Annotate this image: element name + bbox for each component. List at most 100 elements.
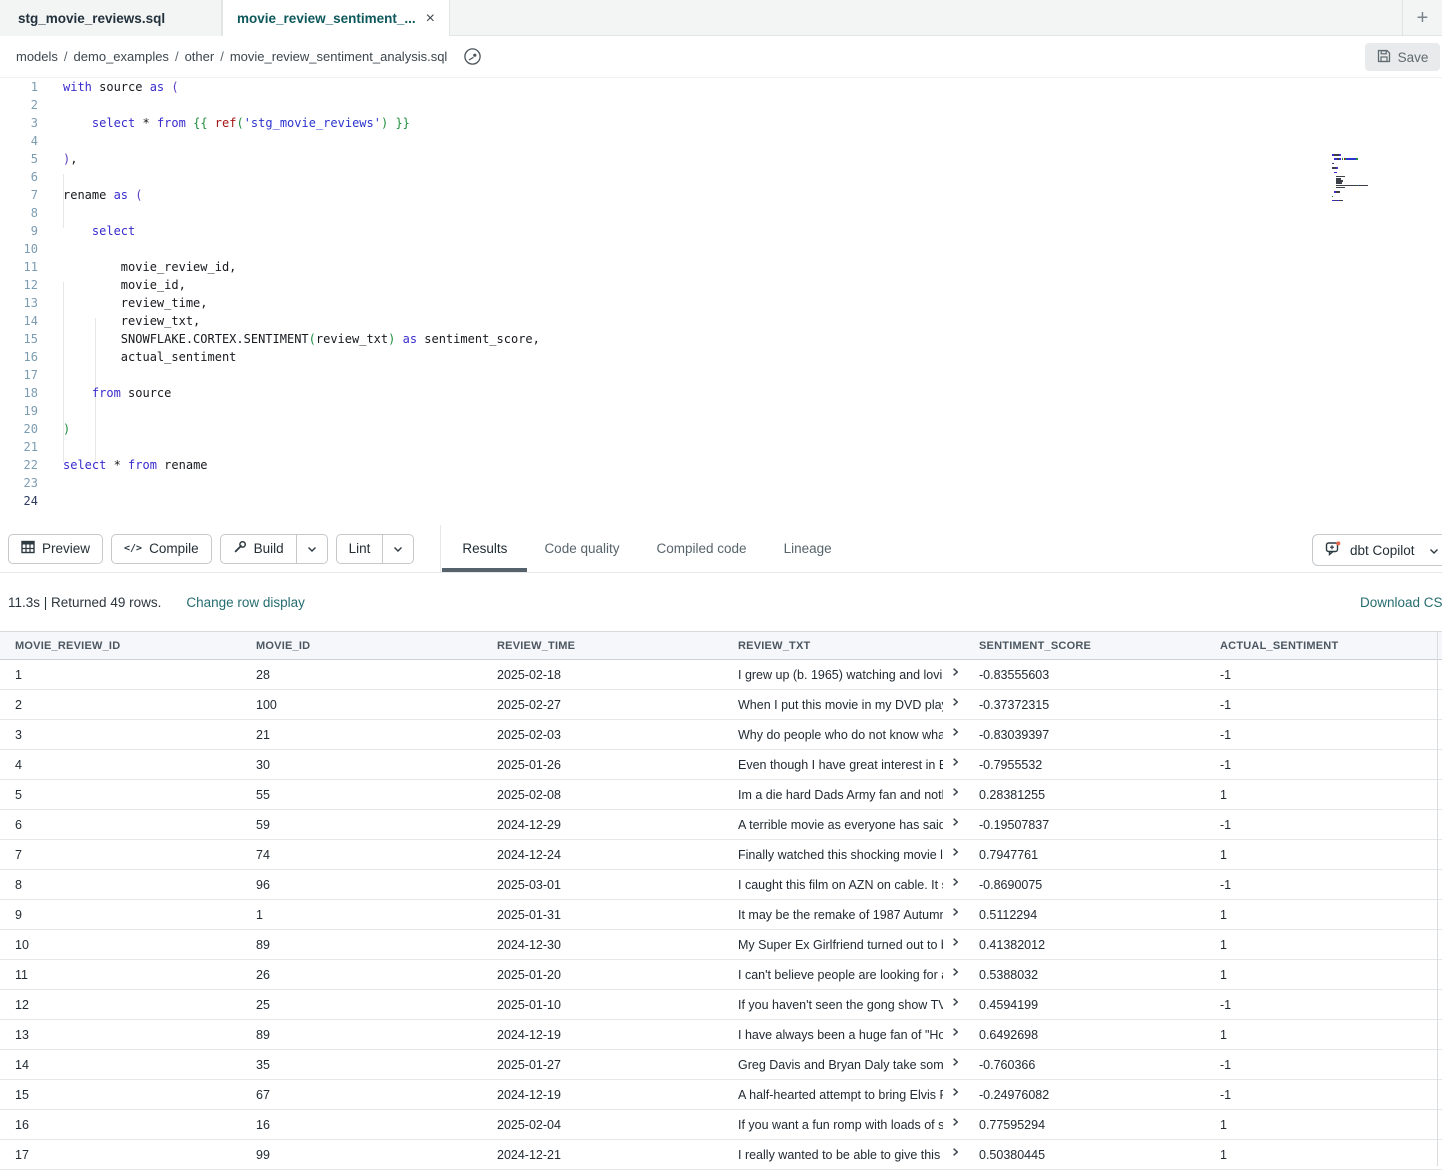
breadcrumb-other: other xyxy=(185,49,215,64)
line-number: 5 xyxy=(0,150,38,168)
table-cell: 2025-01-26 xyxy=(482,750,723,779)
line-number: 2 xyxy=(0,96,38,114)
table-cell: -1 xyxy=(1205,720,1442,749)
expand-cell-icon[interactable] xyxy=(951,906,960,920)
line-number: 21 xyxy=(0,438,38,456)
line-number: 22 xyxy=(0,456,38,474)
tab-code-quality[interactable]: Code quality xyxy=(544,525,619,572)
line-number: 7 xyxy=(0,186,38,204)
preview-button[interactable]: Preview xyxy=(8,534,103,564)
expand-cell-icon[interactable] xyxy=(951,1086,960,1100)
table-cell: 1 xyxy=(1205,960,1442,989)
expand-cell-icon[interactable] xyxy=(951,726,960,740)
table-cell: 99 xyxy=(241,1140,482,1169)
breadcrumb-separator: / xyxy=(220,49,224,64)
build-button[interactable]: Build xyxy=(220,534,328,564)
line-number: 24 xyxy=(0,492,38,510)
tab-movie-review-sentiment[interactable]: movie_review_sentiment_... × xyxy=(222,0,450,37)
table-cell: -1 xyxy=(1205,660,1442,689)
column-header: REVIEW_TXT xyxy=(723,632,964,659)
table-cell: 5 xyxy=(0,780,241,809)
review-text: If you want a fun romp with loads of s… xyxy=(738,1118,943,1132)
expand-cell-icon[interactable] xyxy=(951,1026,960,1040)
expand-cell-icon[interactable] xyxy=(951,1116,960,1130)
review-text: I caught this film on AZN on cable. It s… xyxy=(738,878,943,892)
table-cell: 26 xyxy=(241,960,482,989)
expand-cell-icon[interactable] xyxy=(951,876,960,890)
dbt-copilot-button[interactable]: dbt Copilot xyxy=(1312,534,1442,566)
table-cell: 7 xyxy=(0,840,241,869)
table-cell: 0.41382012 xyxy=(964,930,1205,959)
line-number: 11 xyxy=(0,258,38,276)
expand-cell-icon[interactable] xyxy=(951,1146,960,1160)
table-cell: 2025-01-31 xyxy=(482,900,723,929)
expand-cell-icon[interactable] xyxy=(951,816,960,830)
line-number: 6 xyxy=(0,168,38,186)
tab-compiled-code[interactable]: Compiled code xyxy=(657,525,747,572)
toolbar-divider xyxy=(440,525,441,573)
lint-dropdown-toggle[interactable] xyxy=(382,535,413,563)
build-dropdown-toggle[interactable] xyxy=(296,535,327,563)
line-number: 12 xyxy=(0,276,38,294)
table-cell: 100 xyxy=(241,690,482,719)
table-cell: 10 xyxy=(0,930,241,959)
breadcrumb-separator: / xyxy=(64,49,68,64)
sql-code-editor[interactable]: 123456789101112131415161718192021222324 … xyxy=(0,78,1442,525)
table-cell: -0.37372315 xyxy=(964,690,1205,719)
tab-results[interactable]: Results xyxy=(462,525,507,572)
table-cell: 1 xyxy=(1205,900,1442,929)
download-csv-link[interactable]: Download CSV xyxy=(1360,595,1442,610)
table-cell: -1 xyxy=(1205,1080,1442,1109)
line-number-gutter: 123456789101112131415161718192021222324 xyxy=(0,78,38,510)
table-cell: 55 xyxy=(241,780,482,809)
table-row: 14352025-01-27Greg Davis and Bryan Daly … xyxy=(0,1050,1442,1080)
line-number: 17 xyxy=(0,366,38,384)
table-cell: 4 xyxy=(0,750,241,779)
table-row: 6592024-12-29A terrible movie as everyon… xyxy=(0,810,1442,840)
expand-cell-icon[interactable] xyxy=(951,786,960,800)
lint-button[interactable]: Lint xyxy=(336,534,415,564)
editor-minimap[interactable] xyxy=(1332,154,1399,207)
table-cell: When I put this movie in my DVD playe… xyxy=(723,690,964,719)
expand-cell-icon[interactable] xyxy=(951,666,960,680)
table-row: 1282025-02-18I grew up (b. 1965) watchin… xyxy=(0,660,1442,690)
expand-cell-icon[interactable] xyxy=(951,696,960,710)
compile-button[interactable]: </> Compile xyxy=(111,534,212,564)
table-cell: 96 xyxy=(241,870,482,899)
new-tab-button[interactable]: + xyxy=(1402,0,1442,36)
expand-cell-icon[interactable] xyxy=(951,756,960,770)
table-cell: 0.5112294 xyxy=(964,900,1205,929)
expand-cell-icon[interactable] xyxy=(951,846,960,860)
table-cell: 25 xyxy=(241,990,482,1019)
table-row: 3212025-02-03Why do people who do not kn… xyxy=(0,720,1442,750)
tab-stg-movie-reviews[interactable]: stg_movie_reviews.sql xyxy=(0,0,222,36)
table-cell: 16 xyxy=(241,1110,482,1139)
change-row-display-link[interactable]: Change row display xyxy=(186,595,305,610)
expand-cell-icon[interactable] xyxy=(951,996,960,1010)
table-cell: 0.77595294 xyxy=(964,1110,1205,1139)
save-button[interactable]: Save xyxy=(1365,43,1440,71)
tab-label: Results xyxy=(462,541,507,556)
table-cell: 2025-02-04 xyxy=(482,1110,723,1139)
table-cell: Im a die hard Dads Army fan and nothi… xyxy=(723,780,964,809)
expand-cell-icon[interactable] xyxy=(951,1056,960,1070)
table-cell: 6 xyxy=(0,810,241,839)
table-cell: 2024-12-21 xyxy=(482,1140,723,1169)
review-text: I grew up (b. 1965) watching and lovin… xyxy=(738,668,943,682)
review-text: My Super Ex Girlfriend turned out to b… xyxy=(738,938,943,952)
line-number: 13 xyxy=(0,294,38,312)
expand-cell-icon[interactable] xyxy=(951,936,960,950)
tab-lineage[interactable]: Lineage xyxy=(784,525,832,572)
table-cell: I have always been a huge fan of "Hom… xyxy=(723,1020,964,1049)
table-cell: -1 xyxy=(1205,810,1442,839)
table-cell: 0.50380445 xyxy=(964,1140,1205,1169)
expand-cell-icon[interactable] xyxy=(951,966,960,980)
table-cell: I grew up (b. 1965) watching and lovin… xyxy=(723,660,964,689)
breadcrumb-bar: models / demo_examples / other / movie_r… xyxy=(0,36,1442,78)
breadcrumb-separator: / xyxy=(175,49,179,64)
close-icon[interactable]: × xyxy=(426,11,435,27)
table-cell: 2025-01-10 xyxy=(482,990,723,1019)
table-cell: 2025-01-20 xyxy=(482,960,723,989)
tab-label: stg_movie_reviews.sql xyxy=(18,11,165,26)
tab-label: Compiled code xyxy=(657,541,747,556)
